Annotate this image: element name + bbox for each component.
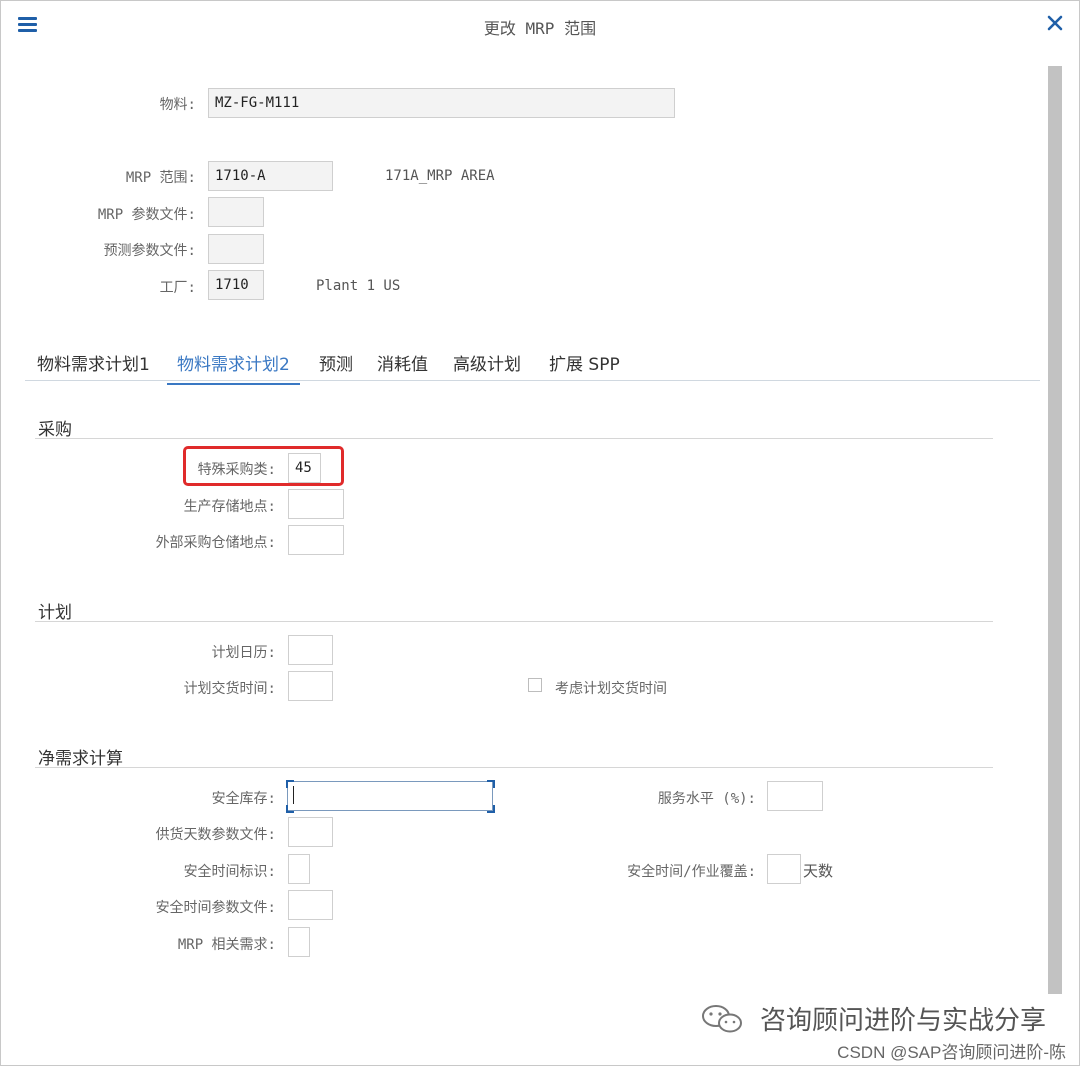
mrp-dependent-requirements-label: MRP 相关需求:: [177, 937, 276, 953]
tab-consumption[interactable]: 消耗值: [377, 350, 428, 383]
safety-time-coverage-label: 安全时间/作业覆盖:: [627, 864, 756, 880]
safety-stock-field[interactable]: [287, 781, 493, 811]
safety-time-coverage-field[interactable]: [767, 854, 801, 884]
safety-time-profile-label: 安全时间参数文件:: [155, 900, 276, 916]
production-storage-location-label: 生产存储地点:: [183, 499, 276, 515]
tab-mrp1[interactable]: 物料需求计划1: [37, 350, 150, 383]
procurement-section-title: 采购: [38, 420, 72, 440]
planning-section-title: 计划: [38, 603, 72, 623]
window-title: 更改 MRP 范围: [483, 19, 597, 38]
forecast-profile-label: 预测参数文件:: [103, 243, 196, 259]
safety-time-profile-field[interactable]: [288, 890, 333, 920]
safety-stock-label: 安全库存:: [211, 791, 276, 807]
csdn-watermark: CSDN @SAP咨询顾问进阶-陈: [837, 1043, 1066, 1062]
material-label: 物料:: [159, 97, 196, 113]
net-requirements-section-title: 净需求计算: [38, 749, 123, 769]
coverage-profile-field[interactable]: [288, 817, 333, 847]
safety-time-indicator-label: 安全时间标识:: [183, 864, 276, 880]
focus-corner: [487, 805, 495, 813]
mrp-dependent-requirements-field[interactable]: [288, 927, 310, 957]
section-divider: [35, 767, 993, 768]
tab-forecast[interactable]: 预测: [319, 350, 353, 383]
tab-strip: 物料需求计划1 物料需求计划2 预测 消耗值 高级计划 扩展 SPP: [25, 344, 1040, 385]
external-storage-location-label: 外部采购仓储地点:: [155, 535, 276, 551]
coverage-profile-label: 供货天数参数文件:: [155, 827, 276, 843]
production-storage-location-field[interactable]: [288, 489, 344, 519]
tab-extended-spp[interactable]: 扩展 SPP: [549, 350, 620, 383]
days-unit-label: 天数: [803, 862, 834, 880]
section-divider: [35, 621, 993, 622]
mrp-area-field[interactable]: [208, 161, 333, 191]
plant-description: Plant 1 US: [316, 278, 401, 294]
focus-corner: [286, 805, 294, 813]
material-field[interactable]: [208, 88, 675, 118]
mrp-area-description: 171A_MRP AREA: [385, 168, 495, 184]
mrp-area-label: MRP 范围:: [125, 170, 196, 186]
service-level-label: 服务水平 (%):: [657, 791, 756, 807]
forecast-profile-field[interactable]: [208, 234, 264, 264]
tab-advanced-planning[interactable]: 高级计划: [453, 350, 521, 383]
section-divider: [35, 438, 993, 439]
vertical-scrollbar[interactable]: [1048, 66, 1062, 994]
scrollbar-thumb[interactable]: [1048, 66, 1062, 994]
planned-delivery-time-field[interactable]: [288, 671, 333, 701]
mrp-profile-field[interactable]: [208, 197, 264, 227]
external-storage-location-field[interactable]: [288, 525, 344, 555]
wechat-logo-icon: [700, 1004, 746, 1034]
service-level-field[interactable]: [767, 781, 823, 811]
planned-delivery-time-label: 计划交货时间:: [183, 681, 276, 697]
mrp-area-window: 更改 MRP 范围 物料: MRP 范围: 171A_MRP AREA MRP …: [0, 0, 1080, 1066]
mrp-profile-label: MRP 参数文件:: [97, 207, 196, 223]
safety-time-indicator-field[interactable]: [288, 854, 310, 884]
close-icon[interactable]: [1043, 11, 1067, 35]
red-highlight-box: [183, 446, 344, 486]
text-caret: [293, 786, 294, 804]
tab-mrp2[interactable]: 物料需求计划2: [167, 350, 300, 385]
focus-corner: [487, 780, 495, 788]
planning-calendar-label: 计划日历:: [211, 645, 276, 661]
title-bar: 更改 MRP 范围: [1, 1, 1079, 53]
plant-field[interactable]: [208, 270, 264, 300]
consider-delivery-time-checkbox[interactable]: [528, 678, 542, 692]
consider-delivery-time-label: 考虑计划交货时间: [555, 681, 667, 697]
plant-label: 工厂:: [159, 280, 196, 296]
watermark-text: 咨询顾问进阶与实战分享: [759, 1006, 1046, 1036]
planning-calendar-field[interactable]: [288, 635, 333, 665]
